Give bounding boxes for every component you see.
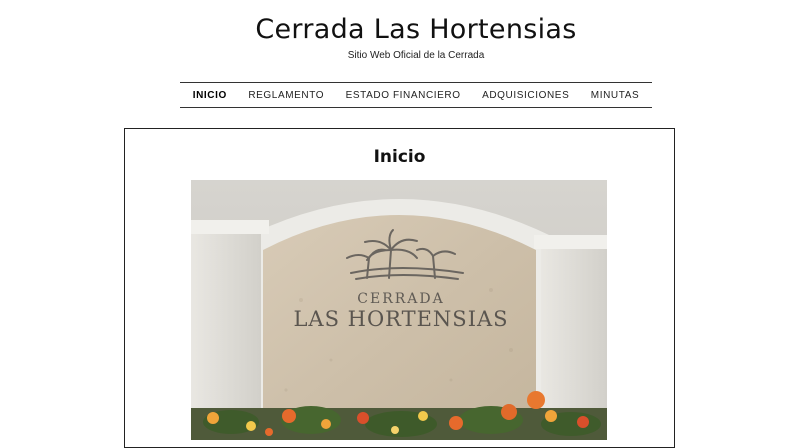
- nav-item-inicio[interactable]: INICIO: [193, 90, 227, 101]
- nav-item-adquisiciones[interactable]: ADQUISICIONES: [482, 90, 569, 101]
- content-box: Inicio CERRADA LAS HORTENSIAS: [124, 128, 675, 448]
- page-title: Inicio: [373, 147, 426, 167]
- nav-item-minutas[interactable]: MINUTAS: [591, 90, 639, 101]
- site-title[interactable]: Cerrada Las Hortensias: [0, 14, 800, 45]
- main-navigation: INICIO REGLAMENTO ESTADO FINANCIERO ADQU…: [180, 82, 652, 108]
- nav-item-reglamento[interactable]: REGLAMENTO: [248, 90, 324, 101]
- site-tagline: Sitio Web Oficial de la Cerrada: [347, 50, 485, 61]
- nav-item-estado-financiero[interactable]: ESTADO FINANCIERO: [346, 90, 461, 101]
- hero-image: CERRADA LAS HORTENSIAS: [191, 180, 607, 440]
- sign-line-1: CERRADA: [357, 291, 444, 307]
- sign-line-2: LAS HORTENSIAS: [293, 307, 508, 331]
- hero-image-drawing: CERRADA LAS HORTENSIAS: [191, 180, 607, 440]
